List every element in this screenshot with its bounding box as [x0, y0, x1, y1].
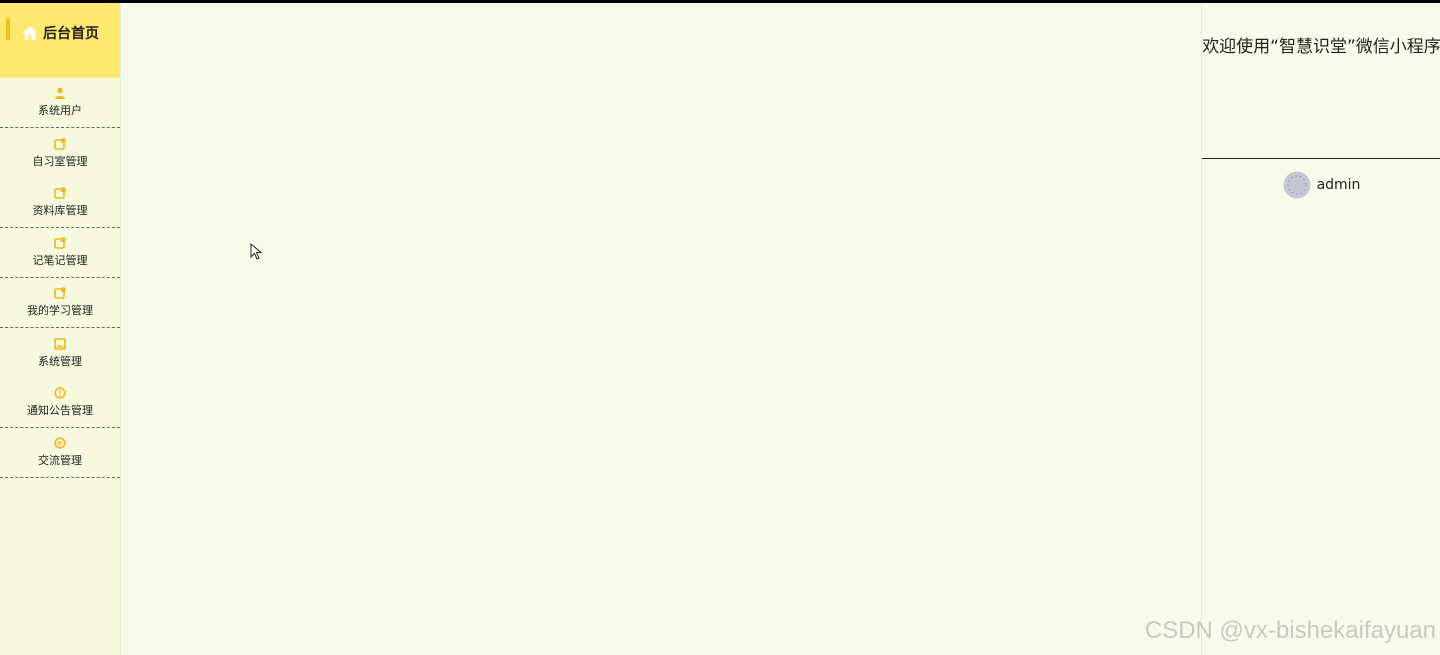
sidebar-item-label: 通知公告管理	[27, 404, 93, 417]
sidebar-item-notes[interactable]: 记笔记管理	[0, 228, 120, 278]
username: admin	[1316, 177, 1361, 193]
main-content	[121, 3, 1201, 655]
sidebar-item-label: 自习室管理	[32, 154, 88, 168]
user-icon	[55, 87, 65, 99]
edit-icon	[54, 287, 66, 299]
sidebar-item-label: 系统管理	[38, 354, 82, 368]
sidebar-item-label: 系统用户	[38, 104, 82, 117]
sidebar-item-system[interactable]: 系统管理	[0, 328, 120, 378]
home-accent-bar	[6, 18, 10, 40]
avatar	[1283, 171, 1311, 199]
user-info[interactable]: admin	[1202, 171, 1440, 199]
sidebar-item-library[interactable]: 资料库管理	[0, 178, 120, 228]
sidebar-item-exchange[interactable]: 交流管理	[0, 428, 120, 478]
alert-icon	[54, 387, 66, 399]
watermark: CSDN @vx-bishekaifayuan	[1144, 617, 1436, 644]
sidebar-item-study-room[interactable]: 自习室管理	[0, 128, 120, 178]
home-label: 后台首页	[43, 25, 99, 42]
edit-icon	[54, 187, 66, 199]
mouse-cursor-icon	[250, 243, 263, 260]
home-icon	[22, 25, 38, 40]
sidebar-menu: 系统用户 自习室管理 资料库管理 记笔记管理 我的学习管理 系统管理 通知公告管…	[0, 78, 120, 478]
sidebar-item-users[interactable]: 系统用户	[0, 78, 120, 128]
edit-icon	[54, 138, 66, 150]
sidebar-item-label: 记笔记管理	[32, 254, 88, 267]
sidebar-item-my-study[interactable]: 我的学习管理	[0, 278, 120, 328]
image-icon	[54, 337, 66, 350]
chat-icon	[54, 437, 66, 449]
sidebar-item-label: 交流管理	[38, 454, 82, 467]
sidebar: 后台首页 系统用户 自习室管理 资料库管理 记笔记管理 我的学习管理 系统管理 …	[0, 3, 121, 655]
edit-icon	[54, 237, 66, 249]
welcome-title: 欢迎使用“智慧识堂”微信小程序	[1202, 3, 1440, 159]
header-panel: 欢迎使用“智慧识堂”微信小程序 admin	[1201, 3, 1440, 655]
sidebar-item-notices[interactable]: 通知公告管理	[0, 378, 120, 428]
sidebar-item-label: 资料库管理	[32, 204, 88, 217]
sidebar-item-label: 我的学习管理	[27, 304, 93, 317]
sidebar-home[interactable]: 后台首页	[0, 3, 120, 78]
